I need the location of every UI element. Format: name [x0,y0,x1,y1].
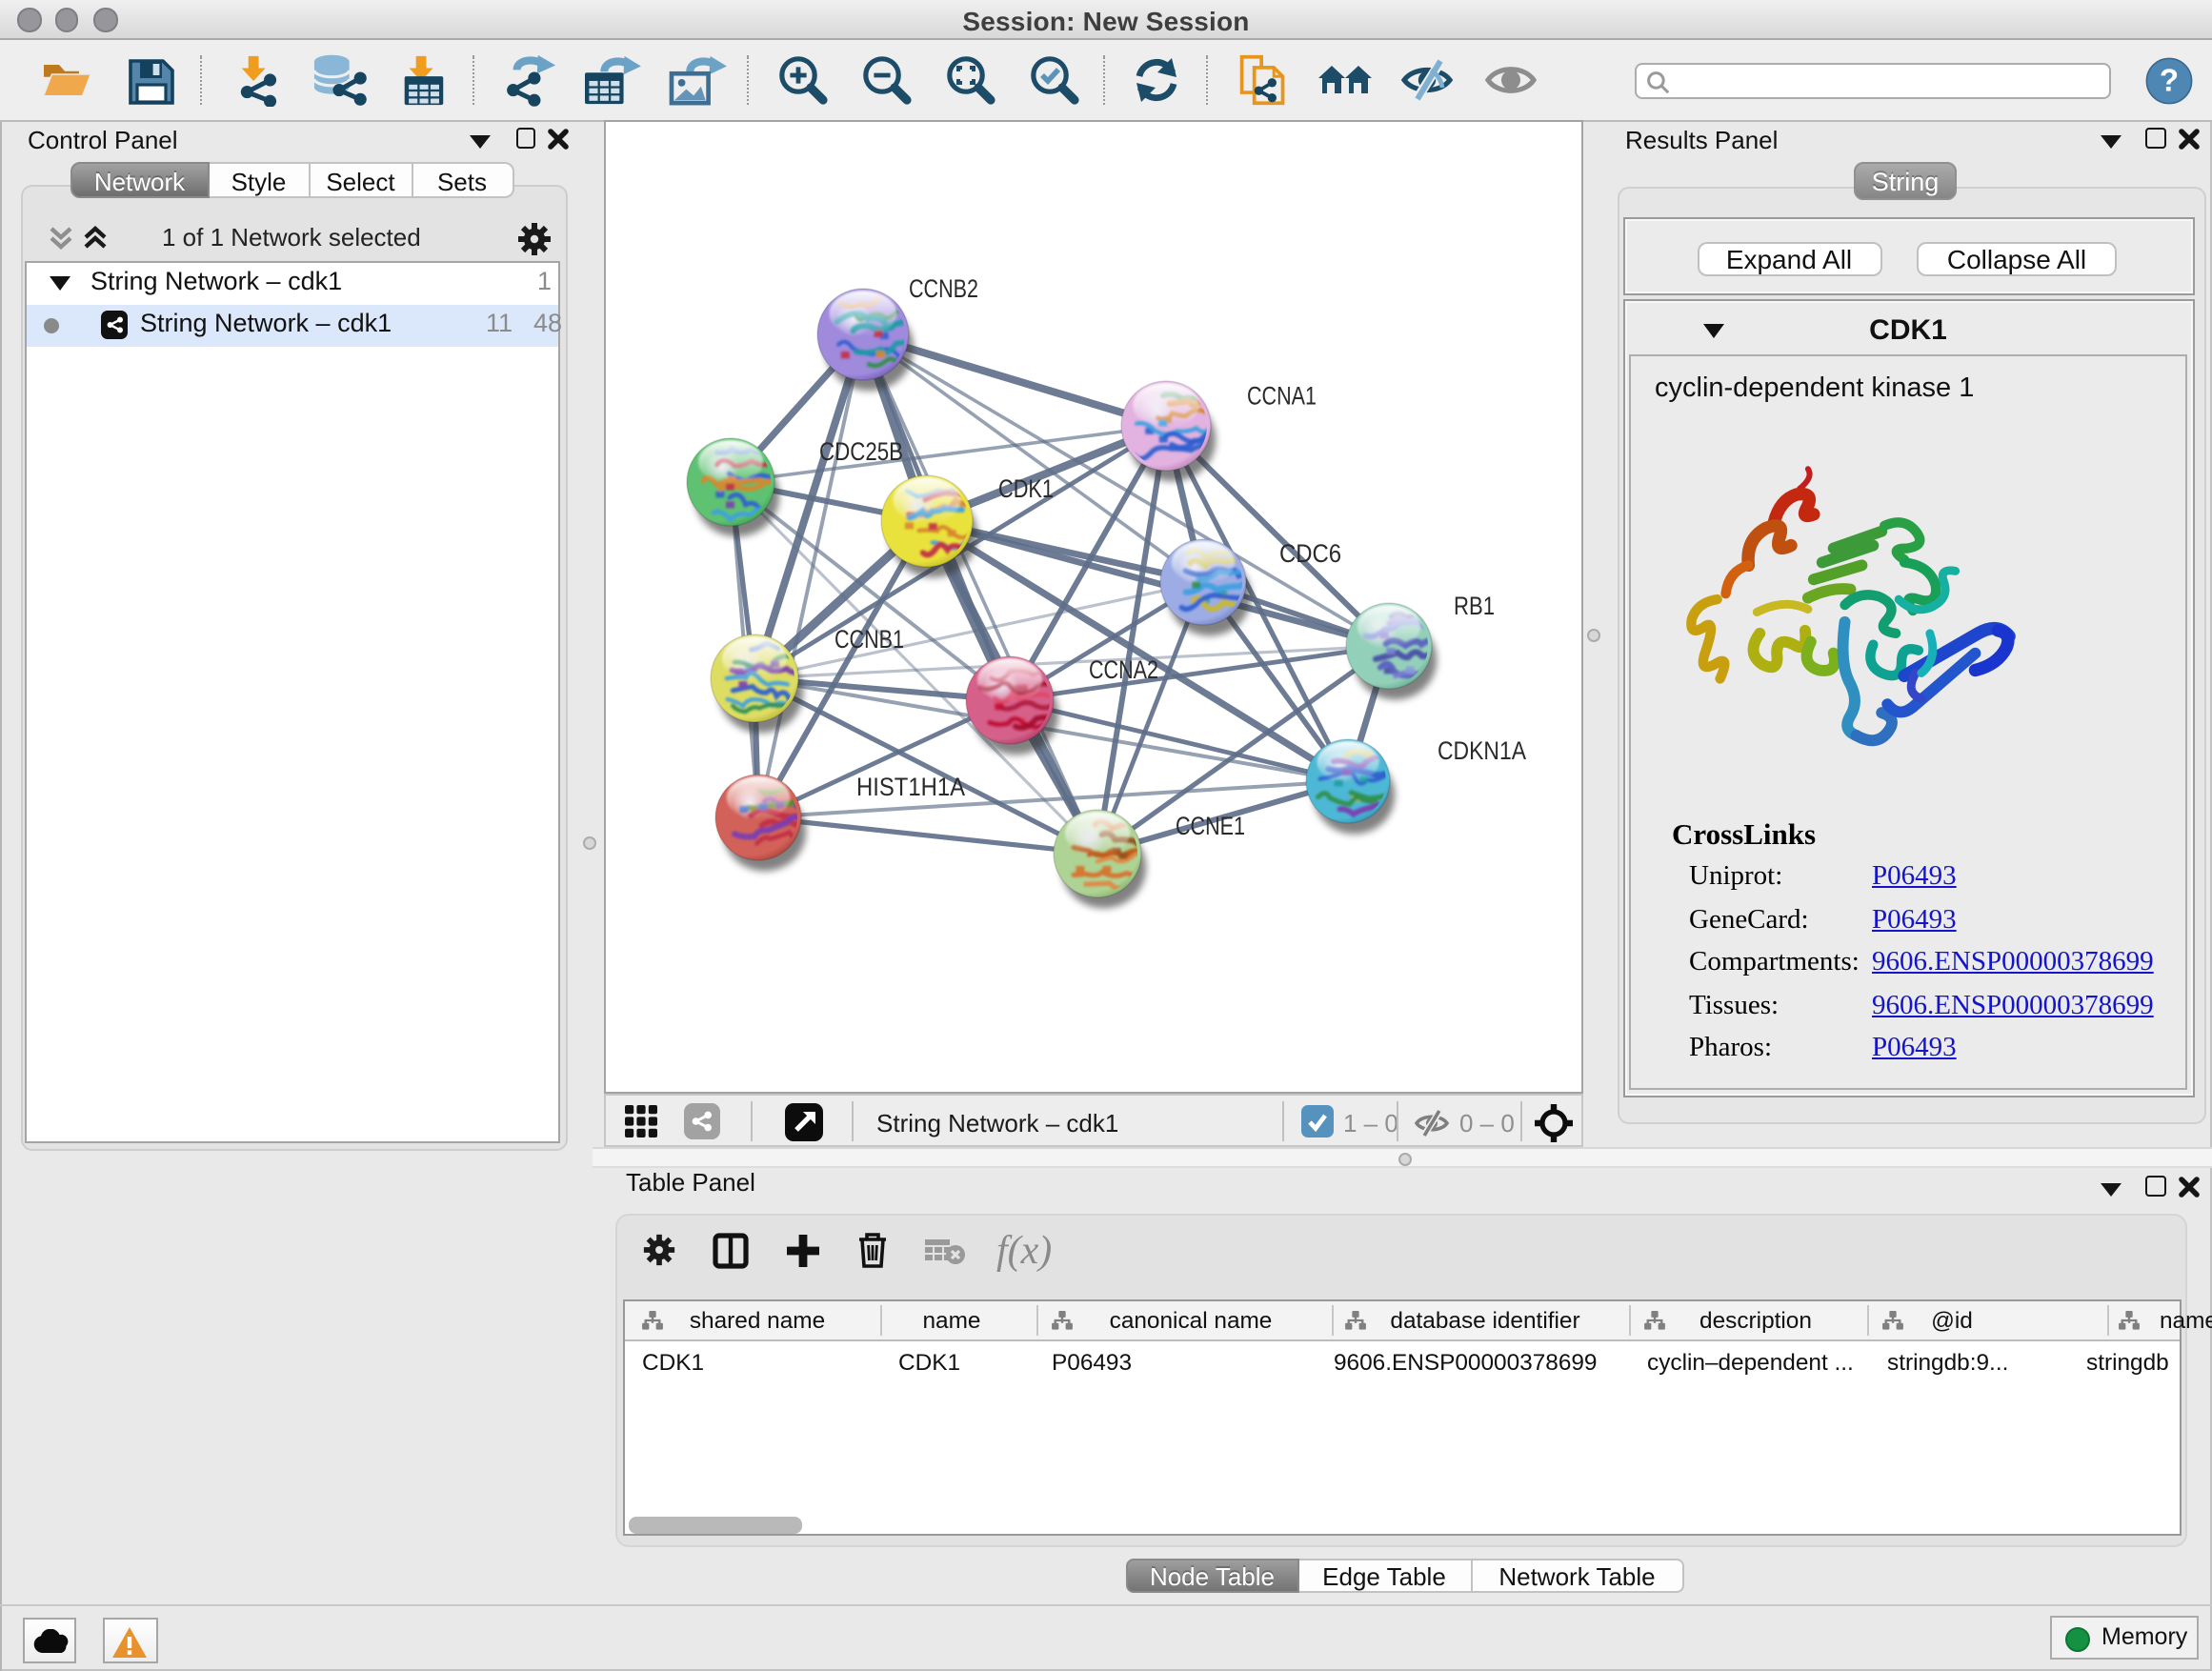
svg-text:CDC6: CDC6 [1279,539,1341,568]
svg-text:CDC25B: CDC25B [819,437,903,466]
svg-text:CCNE1: CCNE1 [1176,812,1245,840]
svg-text:CCNA1: CCNA1 [1247,382,1317,411]
svg-text:CCNA2: CCNA2 [1089,655,1158,684]
svg-text:CCNB2: CCNB2 [909,274,978,303]
svg-text:CDK1: CDK1 [998,474,1054,503]
svg-text:CCNB1: CCNB1 [835,625,904,654]
svg-text:RB1: RB1 [1454,592,1495,620]
svg-text:CDKN1A: CDKN1A [1438,736,1526,765]
svg-text:?: ? [2160,63,2179,98]
svg-text:HIST1H1A: HIST1H1A [856,773,965,801]
